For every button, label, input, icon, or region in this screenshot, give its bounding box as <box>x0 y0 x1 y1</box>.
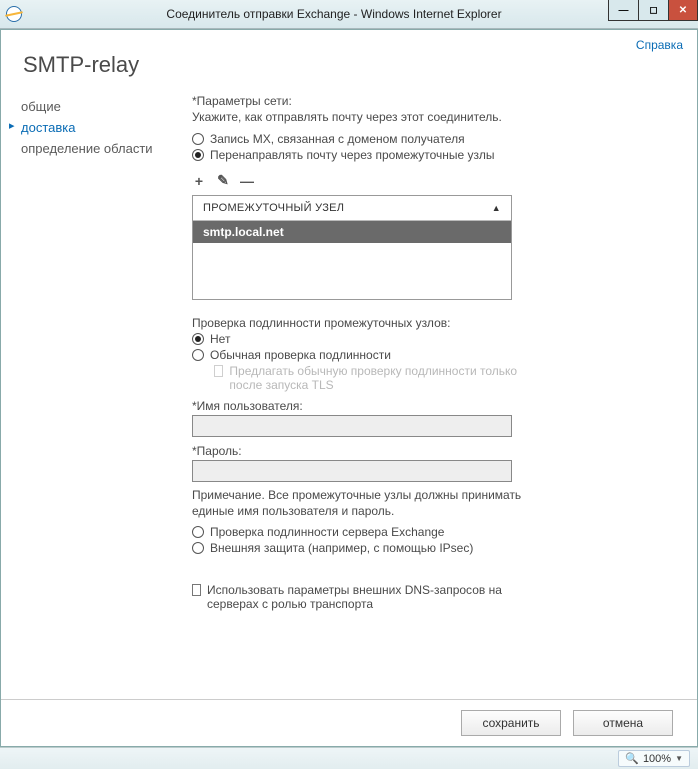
network-desc: Укажите, как отправлять почту через этот… <box>192 110 653 124</box>
username-input[interactable] <box>192 415 512 437</box>
checkbox-icon <box>192 584 201 596</box>
sort-asc-icon: ▲ <box>492 203 501 213</box>
window-title: Соединитель отправки Exchange - Windows … <box>30 7 698 21</box>
footer: сохранить отмена <box>1 699 697 746</box>
zoom-icon: 🔍 <box>625 752 639 765</box>
content-pane: *Параметры сети: Укажите, как отправлять… <box>186 84 697 699</box>
routing-mx-label: Запись MX, связанная с доменом получател… <box>210 132 465 146</box>
page-title: SMTP-relay <box>1 30 697 84</box>
remove-icon[interactable]: — <box>240 173 254 189</box>
save-button[interactable]: сохранить <box>461 710 561 736</box>
radio-icon <box>192 542 204 554</box>
auth-basic-subblock: Предлагать обычную проверку подлинности … <box>214 364 522 392</box>
maximize-button[interactable]: ◻ <box>638 0 668 21</box>
smarthost-list-item[interactable]: smtp.local.net <box>193 221 511 243</box>
password-label: *Пароль: <box>192 444 522 458</box>
radio-icon <box>192 133 204 145</box>
sidebar-item-scoping[interactable]: определение области <box>9 138 186 159</box>
auth-basic-radio[interactable]: Обычная проверка подлинности <box>192 348 522 362</box>
smarthost-toolbar: + ✎ — <box>192 172 653 189</box>
auth-exchange-label: Проверка подлинности сервера Exchange <box>210 525 444 539</box>
zoom-value: 100% <box>643 753 671 765</box>
radio-icon <box>192 349 204 361</box>
routing-smarthost-radio[interactable]: Перенаправлять почту через промежуточные… <box>192 148 653 162</box>
dns-block: Использовать параметры внешних DNS-запро… <box>192 583 532 611</box>
auth-basic-tls-checkbox: Предлагать обычную проверку подлинности … <box>214 364 522 392</box>
body-row: общие доставка определение области *Пара… <box>1 84 697 699</box>
auth-title: Проверка подлинности промежуточных узлов… <box>192 316 522 330</box>
zoom-control[interactable]: 🔍 100% ▼ <box>618 750 690 767</box>
external-dns-checkbox[interactable]: Использовать параметры внешних DNS-запро… <box>192 583 532 611</box>
auth-note: Примечание. Все промежуточные узлы должн… <box>192 487 522 519</box>
sidebar-item-delivery[interactable]: доставка <box>9 117 186 138</box>
auth-none-radio[interactable]: Нет <box>192 332 522 346</box>
app-shell: Справка SMTP-relay общие доставка опреде… <box>0 29 698 747</box>
auth-external-label: Внешняя защита (например, с помощью IPse… <box>210 541 473 555</box>
radio-icon <box>192 333 204 345</box>
external-dns-label: Использовать параметры внешних DNS-запро… <box>207 583 532 611</box>
auth-none-label: Нет <box>210 332 230 346</box>
titlebar: Соединитель отправки Exchange - Windows … <box>0 0 698 29</box>
username-label: *Имя пользователя: <box>192 399 522 413</box>
statusbar: 🔍 100% ▼ <box>0 747 698 769</box>
minimize-button[interactable]: — <box>608 0 638 21</box>
smarthost-list-header[interactable]: ПРОМЕЖУТОЧНЫЙ УЗЕЛ ▲ <box>193 196 511 221</box>
edit-icon[interactable]: ✎ <box>216 172 230 189</box>
sidebar-item-general[interactable]: общие <box>9 96 186 117</box>
window-controls: — ◻ ✕ <box>608 0 698 21</box>
auth-basic-label: Обычная проверка подлинности <box>210 348 391 362</box>
help-link[interactable]: Справка <box>636 38 683 52</box>
cancel-button[interactable]: отмена <box>573 710 673 736</box>
ie-icon <box>6 6 22 22</box>
auth-external-radio[interactable]: Внешняя защита (например, с помощью IPse… <box>192 541 522 555</box>
auth-basic-tls-label: Предлагать обычную проверку подлинности … <box>229 364 522 392</box>
sidebar: общие доставка определение области <box>1 84 186 699</box>
checkbox-icon <box>214 365 223 377</box>
smarthost-list-body: smtp.local.net <box>193 221 511 299</box>
auth-exchange-radio[interactable]: Проверка подлинности сервера Exchange <box>192 525 522 539</box>
network-label: *Параметры сети: <box>192 94 653 108</box>
close-button[interactable]: ✕ <box>668 0 698 21</box>
smarthost-listbox: ПРОМЕЖУТОЧНЫЙ УЗЕЛ ▲ smtp.local.net <box>192 195 512 300</box>
routing-mx-radio[interactable]: Запись MX, связанная с доменом получател… <box>192 132 653 146</box>
radio-icon <box>192 149 204 161</box>
radio-icon <box>192 526 204 538</box>
auth-block: Проверка подлинности промежуточных узлов… <box>192 316 522 555</box>
routing-smarthost-label: Перенаправлять почту через промежуточные… <box>210 148 495 162</box>
smarthost-header-label: ПРОМЕЖУТОЧНЫЙ УЗЕЛ <box>203 202 344 214</box>
password-input[interactable] <box>192 460 512 482</box>
add-icon[interactable]: + <box>192 173 206 189</box>
chevron-down-icon: ▼ <box>675 754 683 763</box>
